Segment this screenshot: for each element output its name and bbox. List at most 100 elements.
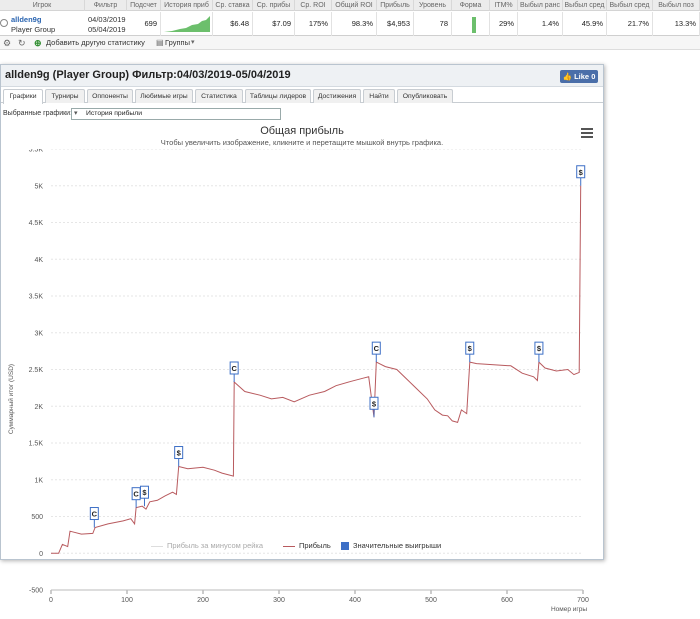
legend-rake-swatch xyxy=(151,546,163,547)
history-sparkline xyxy=(161,12,213,36)
big-win-marker[interactable]: $ xyxy=(534,341,544,363)
y-tick-label: 5K xyxy=(34,183,43,190)
col-header-avg-stake[interactable]: Ср. ставка xyxy=(213,0,253,11)
col-header-filter[interactable]: Фильтр xyxy=(85,0,127,11)
panel-tabs: Графики Турниры Оппоненты Любимые игры С… xyxy=(1,88,603,104)
big-win-marker[interactable]: $ xyxy=(139,485,149,507)
big-win-marker[interactable]: C xyxy=(371,341,381,363)
col-header-mid-out-2[interactable]: Выбыл сред xyxy=(607,0,653,11)
x-tick-label: 600 xyxy=(501,597,513,604)
panel-title: allden9g (Player Group) Фильтр:04/03/201… xyxy=(5,69,291,81)
stats-table-header: Игрок Фильтр Подсчет История приб Ср. ст… xyxy=(0,0,700,11)
player-group-label: Player Group xyxy=(11,25,56,34)
tab-publish[interactable]: Опубликовать xyxy=(397,89,453,103)
y-tick-label: 1K xyxy=(34,477,43,484)
tab-leaderboards[interactable]: Таблицы лидеров xyxy=(245,89,311,103)
big-win-label: C xyxy=(374,344,380,353)
col-header-avg-roi[interactable]: Ср. ROI xyxy=(295,0,332,11)
chevron-down-icon[interactable]: ▾ xyxy=(191,37,195,49)
avg-profit-cell: $7.09 xyxy=(253,12,295,36)
big-win-label: C xyxy=(92,510,98,519)
early-out-cell: 1.4% xyxy=(518,12,563,36)
col-header-late-out[interactable]: Выбыл поз xyxy=(653,0,700,11)
tab-tournaments[interactable]: Турниры xyxy=(45,89,85,103)
x-tick-label: 700 xyxy=(577,597,589,604)
col-header-total-roi[interactable]: Общий ROI xyxy=(332,0,377,11)
chevron-down-icon: ▾ xyxy=(74,110,78,117)
tab-statistics[interactable]: Статистика xyxy=(195,89,243,103)
big-win-marker[interactable]: C xyxy=(89,507,99,528)
tab-charts[interactable]: Графики xyxy=(3,89,43,104)
y-tick-label: 1.5K xyxy=(29,441,44,448)
level-cell: 78 xyxy=(414,12,452,36)
groups-icon: ▤ xyxy=(156,38,164,47)
x-tick-label: 400 xyxy=(349,597,361,604)
col-header-count[interactable]: Подсчет xyxy=(127,0,161,11)
big-win-marker[interactable]: $ xyxy=(465,341,475,363)
col-header-profit[interactable]: Прибыль xyxy=(377,0,414,11)
col-header-history[interactable]: История приб xyxy=(161,0,213,11)
add-stat-button[interactable]: Добавить другую статистику xyxy=(46,38,145,48)
panel-header: allden9g (Player Group) Фильтр:04/03/201… xyxy=(1,65,603,87)
profit-cell: $4,953 xyxy=(377,12,414,36)
col-header-itm[interactable]: ITM% xyxy=(490,0,518,11)
refresh-icon[interactable]: ↻ xyxy=(18,37,26,49)
legend-item-profit[interactable]: Прибыль xyxy=(299,541,331,550)
y-tick-label: 2K xyxy=(34,404,43,411)
tab-achievements[interactable]: Достижения xyxy=(313,89,361,103)
tab-search[interactable]: Найти xyxy=(363,89,395,103)
sparkline-graph xyxy=(164,16,210,32)
chart-menu-icon[interactable] xyxy=(581,128,593,138)
legend-item-big-wins[interactable]: Значительные выигрыши xyxy=(353,541,441,550)
filter-date-to: 05/04/2019 xyxy=(88,25,126,34)
tab-opponents[interactable]: Оппоненты xyxy=(87,89,133,103)
big-win-marker[interactable]: C xyxy=(229,361,239,382)
big-win-marker[interactable]: $ xyxy=(369,396,379,418)
count-cell: 699 xyxy=(127,12,161,36)
big-win-marker[interactable]: C xyxy=(131,487,141,508)
mid-out-cell: 45.9% xyxy=(563,12,607,36)
mid-out-2-cell: 21.7% xyxy=(607,12,653,36)
legend-item-rake[interactable]: Прибыль за минусом рейка xyxy=(167,541,263,550)
y-tick-label: 3.5K xyxy=(29,294,44,301)
filter-date-from: 04/03/2019 xyxy=(88,15,126,24)
total-roi-cell: 98.3% xyxy=(332,12,377,36)
x-tick-label: 0 xyxy=(49,597,53,604)
row-select-radio[interactable] xyxy=(0,19,8,27)
x-tick-label: 500 xyxy=(425,597,437,604)
like-icon: 👍 xyxy=(562,72,572,81)
col-header-early-out[interactable]: Выбыл ранс xyxy=(518,0,563,11)
facebook-like-button[interactable]: 👍 Like 0 xyxy=(560,70,598,83)
tab-favorite-games[interactable]: Любимые игры xyxy=(135,89,193,103)
col-header-player[interactable]: Игрок xyxy=(0,0,85,11)
chart-select[interactable]: ▾ История прибыли xyxy=(71,108,281,120)
chart-select-value: История прибыли xyxy=(86,110,143,117)
itm-cell: 29% xyxy=(490,12,518,36)
y-tick-label: 4K xyxy=(34,257,43,264)
groups-button[interactable]: Группы xyxy=(165,38,190,48)
toolbar: ⚙ ↻ ⊕ Добавить другую статистику ▤ Групп… xyxy=(0,36,700,50)
big-win-label: C xyxy=(231,364,237,373)
stats-table: Игрок Фильтр Подсчет История приб Ср. ст… xyxy=(0,0,700,36)
big-win-marker[interactable]: $ xyxy=(576,165,586,186)
y-tick-label: 4.5K xyxy=(29,220,44,227)
col-header-avg-profit[interactable]: Ср. прибы xyxy=(253,0,295,11)
big-win-label: C xyxy=(133,490,139,499)
player-panel: allden9g (Player Group) Фильтр:04/03/201… xyxy=(0,64,604,613)
col-header-level[interactable]: Уровень xyxy=(414,0,452,11)
big-win-marker[interactable]: $ xyxy=(174,446,184,467)
add-stat-icon[interactable]: ⊕ xyxy=(34,37,42,49)
y-axis-label: Суммарный итог (USD) xyxy=(7,364,15,434)
form-bar xyxy=(472,17,476,33)
settings-icon[interactable]: ⚙ xyxy=(3,37,11,49)
late-out-cell: 13.3% xyxy=(653,12,700,36)
like-label: Like xyxy=(574,72,590,81)
col-header-form[interactable]: Форма xyxy=(452,0,490,11)
selected-charts-label: Выбранные графики: xyxy=(3,110,73,117)
player-name-link[interactable]: allden9g xyxy=(11,15,41,24)
y-tick-label: 0 xyxy=(39,551,43,558)
col-header-mid-out[interactable]: Выбыл сред xyxy=(563,0,607,11)
like-count: 0 xyxy=(591,72,596,81)
y-tick-label: 5.5K xyxy=(29,149,44,154)
x-axis-label: Номер игры xyxy=(551,606,587,613)
